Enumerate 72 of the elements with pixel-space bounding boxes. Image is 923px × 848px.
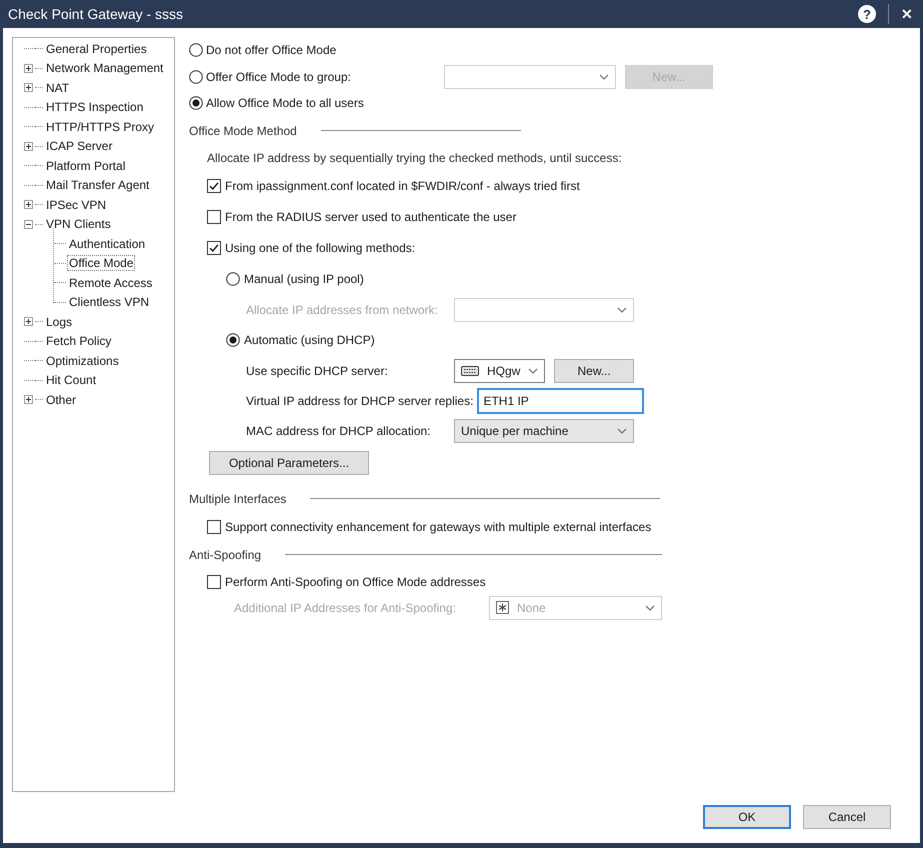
description-text: Allocate IP address by sequentially trying the checked methods, until success:	[207, 150, 622, 164]
device-icon	[461, 364, 479, 376]
field-label: Additional IP Addresses for Anti-Spoofing:	[234, 600, 457, 614]
optional-parameters-button[interactable]: Optional Parameters...	[209, 450, 369, 474]
field-label: Use specific DHCP server:	[246, 364, 389, 378]
dropdown[interactable]: HQgw	[454, 358, 546, 382]
window-title: Check Point Gateway - ssss	[8, 6, 184, 22]
checkbox[interactable]	[207, 210, 221, 224]
radio-label: Offer Office Mode to group:	[206, 70, 351, 84]
tree-item[interactable]: Network Management	[45, 61, 164, 76]
radio-button[interactable]	[189, 43, 203, 58]
tree-item[interactable]: Fetch Policy	[45, 334, 112, 348]
tree-item[interactable]: Platform Portal	[45, 158, 126, 173]
radio-button[interactable]	[189, 96, 203, 110]
chevron-icon	[528, 368, 538, 374]
section-heading: Office Mode Method	[189, 124, 297, 138]
checkbox[interactable]	[207, 241, 221, 255]
radio-label: Allow Office Mode to all users	[206, 96, 364, 110]
tree-item[interactable]: Logs	[45, 314, 74, 329]
tree-item[interactable]: VPN Clients	[45, 217, 112, 232]
tree-item[interactable]: Optimizations	[45, 354, 120, 368]
dropdown[interactable]: Unique per machine	[454, 418, 634, 442]
radio-label: Manual (using IP pool)	[244, 272, 364, 286]
collapse-icon[interactable]	[24, 220, 33, 229]
checkbox-label: Using one of the following methods:	[225, 241, 416, 255]
tree-item[interactable]: Hit Count	[45, 373, 98, 388]
expand-icon[interactable]	[24, 395, 33, 404]
chevron-icon	[617, 306, 627, 312]
tree-item[interactable]: General Properties	[45, 42, 148, 56]
checkbox[interactable]	[207, 179, 221, 193]
field-label: Allocate IP addresses from network:	[246, 302, 439, 316]
expand-icon[interactable]	[24, 200, 33, 210]
chevron-icon	[645, 604, 655, 610]
checkbox[interactable]	[207, 520, 221, 534]
tree-item[interactable]: HTTPS Inspection	[45, 100, 144, 114]
help-button[interactable]: ?	[858, 5, 876, 23]
field-label: Virtual IP address for DHCP server replies:	[246, 394, 474, 408]
expand-icon[interactable]	[24, 317, 33, 326]
radio-button[interactable]	[189, 70, 203, 84]
input-field[interactable]: ETH1 IP	[477, 388, 644, 414]
new-button[interactable]: New...	[554, 358, 634, 382]
dialog-button[interactable]: OK	[703, 805, 791, 829]
tree-item[interactable]: HTTP/HTTPS Proxy	[45, 120, 156, 134]
tree-item[interactable]: IPSec VPN	[45, 198, 108, 212]
tree-item[interactable]: Authentication	[68, 236, 146, 251]
close-button[interactable]: ✕	[899, 6, 915, 22]
checkbox-label: From the RADIUS server used to authenticate the user	[225, 210, 516, 224]
radio-label: Do not offer Office Mode	[206, 43, 336, 58]
chevron-icon	[598, 74, 609, 80]
tree-item[interactable]: Clientless VPN	[68, 295, 150, 310]
radio-button[interactable]	[226, 272, 240, 286]
checkbox-label: Support connectivity enhancement for gateways with multiple external interfaces	[225, 520, 652, 534]
section-heading: Multiple Interfaces	[189, 492, 286, 506]
radio-button[interactable]	[226, 333, 240, 347]
tree-item[interactable]: ICAP Server	[45, 139, 114, 154]
tree-item[interactable]: Mail Transfer Agent	[45, 178, 150, 192]
chevron-icon	[617, 428, 627, 434]
tree-item[interactable]: Other	[45, 392, 78, 407]
checkbox[interactable]	[207, 574, 221, 588]
checkbox-label: From ipassignment.conf located in $FWDIR/conf - always tried first	[225, 179, 580, 193]
section-heading: Anti-Spoofing	[189, 548, 262, 562]
checkbox-label: Perform Anti-Spoofing on Office Mode addresses	[225, 574, 486, 588]
tree-item[interactable]: NAT	[45, 80, 70, 95]
asterisk-icon	[496, 601, 509, 614]
tree-item[interactable]: Remote Access	[68, 276, 154, 290]
expand-icon[interactable]	[24, 83, 33, 92]
radio-label: Automatic (using DHCP)	[244, 333, 375, 347]
expand-icon[interactable]	[24, 64, 33, 73]
tree-item[interactable]: Office Mode	[68, 256, 134, 270]
field-label: MAC address for DHCP allocation:	[246, 424, 432, 438]
dialog-button[interactable]: Cancel	[803, 805, 891, 829]
expand-icon[interactable]	[24, 142, 33, 151]
